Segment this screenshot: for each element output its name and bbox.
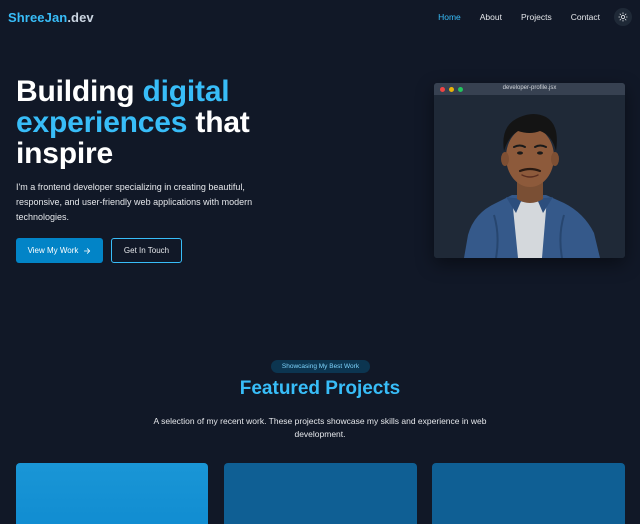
nav-links: Home About Projects Contact bbox=[419, 8, 632, 26]
hero-description: I'm a frontend developer specializing in… bbox=[16, 182, 253, 222]
featured-badge: Showcasing My Best Work bbox=[271, 360, 370, 373]
logo-tld: .dev bbox=[67, 9, 94, 25]
get-in-touch-label: Get In Touch bbox=[123, 246, 170, 255]
nav-link-contact[interactable]: Contact bbox=[571, 12, 600, 22]
get-in-touch-button[interactable]: Get In Touch bbox=[111, 238, 182, 263]
featured-projects-description: A selection of my recent work. These pro… bbox=[153, 416, 487, 439]
nav-link-about[interactable]: About bbox=[480, 12, 502, 22]
site-logo[interactable]: ShreeJan.dev bbox=[8, 10, 94, 25]
featured-projects-title: Featured Projects bbox=[239, 378, 401, 399]
view-my-work-label: View My Work bbox=[27, 246, 79, 255]
nav-link-home[interactable]: Home bbox=[438, 12, 461, 22]
project-card[interactable] bbox=[432, 463, 625, 524]
theme-toggle-button[interactable] bbox=[614, 8, 632, 26]
top-nav: ShreeJan.dev Home About Projects Contact bbox=[0, 0, 640, 34]
developer-profile-window: developer-profile.jsx bbox=[434, 83, 625, 258]
developer-portrait-image bbox=[434, 95, 625, 258]
window-title: developer-profile.jsx bbox=[502, 85, 557, 91]
hero-title: Building digital experiences that inspir… bbox=[16, 76, 336, 169]
project-card[interactable] bbox=[16, 463, 208, 524]
nav-link-projects[interactable]: Projects bbox=[521, 12, 552, 22]
sun-icon bbox=[618, 12, 628, 22]
logo-brand: ShreeJan bbox=[8, 9, 68, 25]
view-my-work-button[interactable]: View My Work bbox=[16, 238, 103, 263]
window-title-bar: developer-profile.jsx bbox=[434, 83, 625, 95]
arrow-right-icon bbox=[84, 247, 91, 254]
project-card[interactable] bbox=[224, 463, 417, 524]
hero-title-part1: Building bbox=[16, 75, 143, 108]
